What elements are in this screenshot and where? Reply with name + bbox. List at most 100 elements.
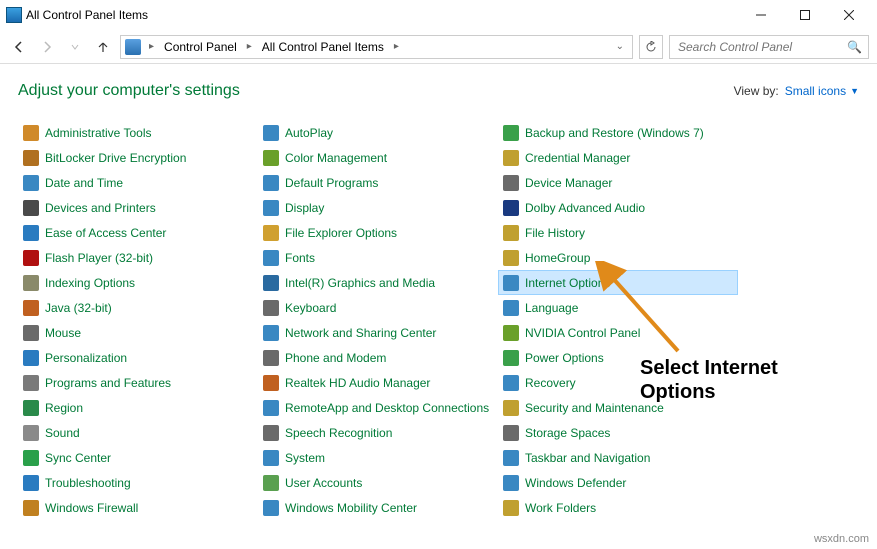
titlebar: All Control Panel Items	[0, 0, 877, 30]
cp-item[interactable]: Date and Time	[18, 170, 258, 195]
cp-item[interactable]: Keyboard	[258, 295, 498, 320]
chevron-right-icon[interactable]: ▸	[392, 41, 401, 52]
cp-item-label: Power Options	[525, 351, 604, 365]
cp-item[interactable]: Network and Sharing Center	[258, 320, 498, 345]
cp-item-label: Windows Mobility Center	[285, 501, 417, 515]
close-button[interactable]	[827, 1, 871, 29]
cp-item[interactable]: Storage Spaces	[498, 420, 738, 445]
forward-button[interactable]	[36, 36, 58, 58]
cp-item-icon	[23, 200, 39, 216]
cp-item-label: Indexing Options	[45, 276, 135, 290]
cp-item[interactable]: System	[258, 445, 498, 470]
cp-item[interactable]: Windows Mobility Center	[258, 495, 498, 520]
cp-item[interactable]: BitLocker Drive Encryption	[18, 145, 258, 170]
back-button[interactable]	[8, 36, 30, 58]
search-box[interactable]: 🔍	[669, 35, 869, 59]
cp-item-label: Intel(R) Graphics and Media	[285, 276, 435, 290]
cp-item[interactable]: Speech Recognition	[258, 420, 498, 445]
cp-item-label: Default Programs	[285, 176, 378, 190]
breadcrumb-root[interactable]: Control Panel	[162, 40, 239, 54]
cp-item[interactable]: Windows Firewall	[18, 495, 258, 520]
cp-item[interactable]: HomeGroup	[498, 245, 738, 270]
cp-item-label: Internet Options	[525, 276, 610, 290]
cp-item[interactable]: NVIDIA Control Panel	[498, 320, 738, 345]
cp-item[interactable]: Work Folders	[498, 495, 738, 520]
cp-item[interactable]: Display	[258, 195, 498, 220]
cp-item[interactable]: Default Programs	[258, 170, 498, 195]
cp-item-icon	[503, 350, 519, 366]
cp-item[interactable]: Mouse	[18, 320, 258, 345]
cp-item[interactable]: Color Management	[258, 145, 498, 170]
control-panel-icon	[125, 39, 141, 55]
cp-item[interactable]: Administrative Tools	[18, 120, 258, 145]
refresh-button[interactable]	[639, 35, 663, 59]
cp-item-icon	[23, 450, 39, 466]
cp-item[interactable]: Language	[498, 295, 738, 320]
maximize-button[interactable]	[783, 1, 827, 29]
cp-item[interactable]: Phone and Modem	[258, 345, 498, 370]
cp-item-icon	[23, 300, 39, 316]
annotation-text: Select Internet Options	[640, 356, 778, 404]
cp-item-label: Troubleshooting	[45, 476, 131, 490]
cp-item-label: AutoPlay	[285, 126, 333, 140]
cp-item-icon	[263, 475, 279, 491]
search-input[interactable]	[676, 39, 843, 55]
cp-item[interactable]: Credential Manager	[498, 145, 738, 170]
cp-item-label: Language	[525, 301, 578, 315]
up-button[interactable]	[92, 36, 114, 58]
cp-item[interactable]: Devices and Printers	[18, 195, 258, 220]
chevron-right-icon[interactable]: ▸	[147, 41, 156, 52]
cp-item-label: Storage Spaces	[525, 426, 610, 440]
address-dropdown-icon[interactable]: ⌄	[612, 41, 628, 52]
cp-item[interactable]: Sound	[18, 420, 258, 445]
viewby-select[interactable]: Small icons ▼	[785, 84, 859, 98]
cp-item-label: Mouse	[45, 326, 81, 340]
cp-item-icon	[503, 500, 519, 516]
cp-item[interactable]: Indexing Options	[18, 270, 258, 295]
cp-item-label: Display	[285, 201, 324, 215]
cp-item-label: Sync Center	[45, 451, 111, 465]
minimize-button[interactable]	[739, 1, 783, 29]
cp-item[interactable]: User Accounts	[258, 470, 498, 495]
cp-item[interactable]: Device Manager	[498, 170, 738, 195]
cp-item-icon	[503, 475, 519, 491]
address-bar[interactable]: ▸ Control Panel ▸ All Control Panel Item…	[120, 35, 633, 59]
cp-item-label: Java (32-bit)	[45, 301, 112, 315]
cp-item[interactable]: Fonts	[258, 245, 498, 270]
cp-item-label: Speech Recognition	[285, 426, 392, 440]
cp-item[interactable]: RemoteApp and Desktop Connections	[258, 395, 498, 420]
cp-item[interactable]: Sync Center	[18, 445, 258, 470]
cp-item[interactable]: Programs and Features	[18, 370, 258, 395]
cp-item-label: System	[285, 451, 325, 465]
cp-item-icon	[23, 150, 39, 166]
cp-item[interactable]: Dolby Advanced Audio	[498, 195, 738, 220]
cp-item[interactable]: Ease of Access Center	[18, 220, 258, 245]
cp-item[interactable]: Internet Options	[498, 270, 738, 295]
cp-item[interactable]: File Explorer Options	[258, 220, 498, 245]
cp-item[interactable]: Region	[18, 395, 258, 420]
cp-item-label: Fonts	[285, 251, 315, 265]
cp-item[interactable]: Intel(R) Graphics and Media	[258, 270, 498, 295]
page-header: Adjust your computer's settings View by:…	[0, 64, 877, 106]
cp-item-icon	[503, 400, 519, 416]
recent-dropdown[interactable]	[64, 36, 86, 58]
cp-item[interactable]: Taskbar and Navigation	[498, 445, 738, 470]
cp-item[interactable]: Backup and Restore (Windows 7)	[498, 120, 738, 145]
cp-item[interactable]: Java (32-bit)	[18, 295, 258, 320]
cp-item-icon	[263, 425, 279, 441]
cp-item-label: BitLocker Drive Encryption	[45, 151, 186, 165]
cp-item[interactable]: Personalization	[18, 345, 258, 370]
cp-item[interactable]: Troubleshooting	[18, 470, 258, 495]
chevron-right-icon[interactable]: ▸	[245, 41, 254, 52]
breadcrumb-current[interactable]: All Control Panel Items	[260, 40, 386, 54]
cp-item-label: User Accounts	[285, 476, 362, 490]
search-icon[interactable]: 🔍	[847, 40, 862, 54]
cp-item[interactable]: AutoPlay	[258, 120, 498, 145]
cp-item[interactable]: Realtek HD Audio Manager	[258, 370, 498, 395]
cp-item[interactable]: Windows Defender	[498, 470, 738, 495]
cp-item[interactable]: File History	[498, 220, 738, 245]
cp-item[interactable]: Flash Player (32-bit)	[18, 245, 258, 270]
cp-item-icon	[503, 425, 519, 441]
cp-item-icon	[263, 175, 279, 191]
cp-item-icon	[23, 175, 39, 191]
